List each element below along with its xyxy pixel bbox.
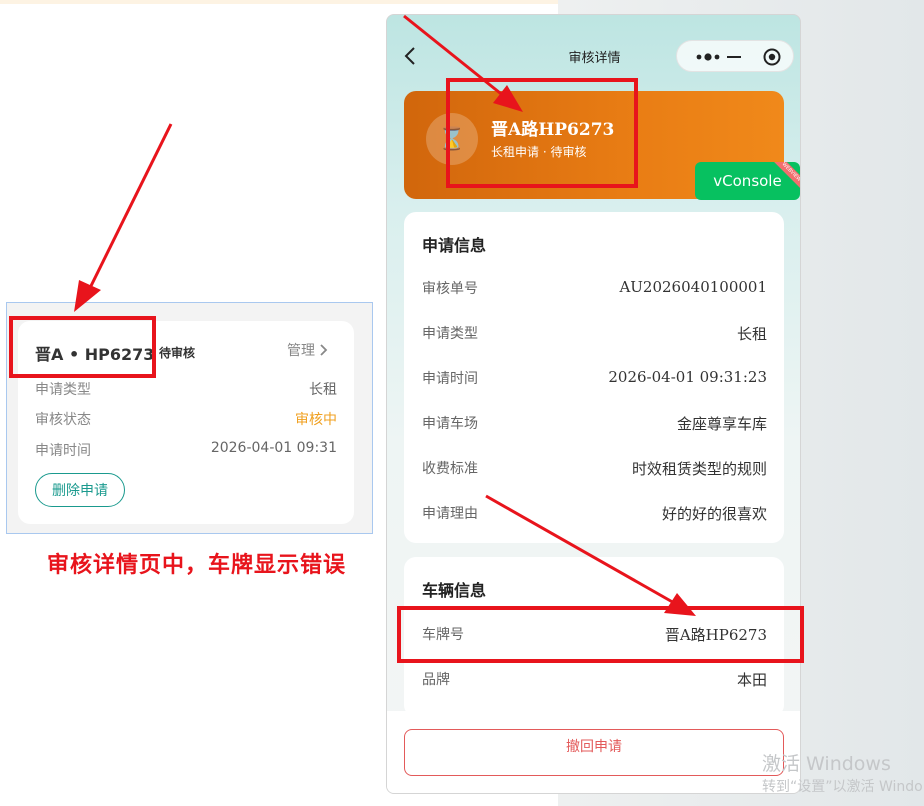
annotation-box-hero-plate: [446, 78, 638, 188]
windows-activation-hint: 转到“设置”以激活 Windo: [762, 779, 923, 795]
minimize-icon[interactable]: [727, 56, 741, 58]
info-row-label: 收费标准: [422, 461, 478, 477]
arrow-to-list-plate: [74, 123, 173, 312]
more-dots-icon[interactable]: [695, 52, 721, 62]
list-row-label: 申请类型: [35, 382, 91, 398]
info-row-value: 金座尊享车库: [676, 415, 767, 433]
info-row-value: AU2026040100001: [619, 278, 767, 296]
vconsole-label: vConsole: [713, 172, 782, 190]
info-row-value: 时效租赁类型的规则: [631, 460, 767, 478]
status-value: 审核中: [295, 412, 337, 428]
back-arrow-icon[interactable]: [401, 45, 421, 67]
info-row-label: 申请车场: [422, 416, 478, 432]
list-row-label: 申请时间: [35, 443, 91, 459]
close-circle-icon[interactable]: [763, 48, 781, 66]
info-row-value: 长租: [736, 325, 767, 343]
vehicle-row-label: 品牌: [422, 672, 450, 688]
withdraw-application-button[interactable]: 撤回申请: [404, 729, 784, 776]
application-info-card: 申请信息 审核单号 AU2026040100001 申请类型 长租 申请时间 2…: [404, 212, 784, 543]
annotation-box-vehicle-plate: [397, 606, 804, 663]
info-row-label: 申请理由: [422, 506, 478, 522]
windows-activation-title: 激活 Windows: [762, 753, 891, 775]
section-title: 申请信息: [422, 236, 487, 255]
delete-application-button[interactable]: 删除申请: [35, 473, 125, 507]
chevron-right-icon: [320, 344, 328, 356]
vehicle-row-value: 本田: [736, 671, 767, 689]
list-card-status-tag: 待审核: [159, 346, 196, 360]
mini-program-capsule: [676, 40, 794, 72]
annotation-box-list-plate: [9, 316, 156, 378]
footer-bar: 撤回申请: [387, 711, 800, 793]
info-row-label: 审核单号: [422, 281, 478, 297]
info-row-value: 好的好的很喜欢: [661, 505, 767, 523]
manage-label: 管理: [287, 343, 315, 359]
manage-link[interactable]: 管理: [287, 340, 329, 360]
annotation-caption: 审核详情页中，车牌显示错误: [47, 553, 347, 578]
info-row-label: 申请时间: [422, 371, 478, 387]
info-row-label: 申请类型: [422, 326, 478, 342]
list-row-value: 2026-04-01 09:31: [210, 440, 337, 456]
info-row-value: 2026-04-01 09:31:23: [608, 368, 767, 386]
section-title: 车辆信息: [422, 581, 487, 600]
list-row-value: 长租: [309, 382, 337, 398]
vconsole-button[interactable]: vConsole WEBVIEW: [695, 162, 800, 200]
list-row-label: 审核状态: [35, 412, 91, 428]
